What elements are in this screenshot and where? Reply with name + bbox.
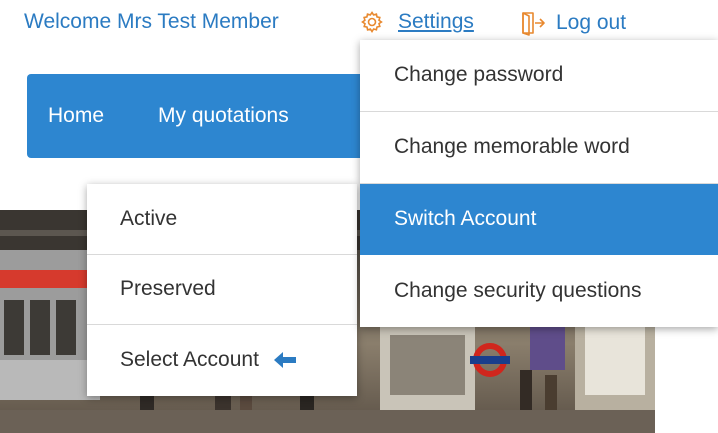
menu-item-label: Change memorable word [394, 135, 630, 159]
logout-link[interactable]: Log out [520, 10, 626, 36]
menu-item-preserved[interactable]: Preserved [87, 255, 357, 326]
menu-item-label: Select Account [120, 348, 259, 372]
logout-door-icon [522, 12, 545, 36]
settings-link[interactable]: Settings [360, 10, 474, 34]
menu-item-label: Active [120, 206, 178, 230]
arrow-left-icon [273, 352, 296, 369]
account-dropdown-menu: Active Preserved Select Account [87, 184, 357, 396]
menu-item-label: Preserved [120, 277, 216, 301]
gear-icon [361, 11, 383, 33]
menu-item-label: Change password [394, 63, 564, 87]
nav-home[interactable]: Home [48, 104, 104, 128]
menu-item-switch-account[interactable]: Switch Account [360, 183, 718, 256]
top-utility-bar: Welcome Mrs Test Member Settings Log out [0, 0, 718, 44]
menu-item-active[interactable]: Active [87, 184, 357, 255]
logout-label: Log out [556, 11, 627, 34]
menu-item-change-memorable-word[interactable]: Change memorable word [360, 112, 718, 184]
welcome-message: Welcome Mrs Test Member [24, 10, 279, 33]
menu-item-select-account[interactable]: Select Account [87, 325, 357, 396]
settings-label: Settings [398, 10, 474, 33]
menu-item-label: Change security questions [394, 279, 642, 303]
settings-dropdown-menu: Change password Change memorable word Sw… [360, 40, 718, 327]
nav-my-quotations[interactable]: My quotations [158, 104, 289, 128]
menu-item-label: Switch Account [394, 206, 537, 230]
menu-item-change-security-questions[interactable]: Change security questions [360, 255, 718, 327]
menu-item-change-password[interactable]: Change password [360, 40, 718, 112]
